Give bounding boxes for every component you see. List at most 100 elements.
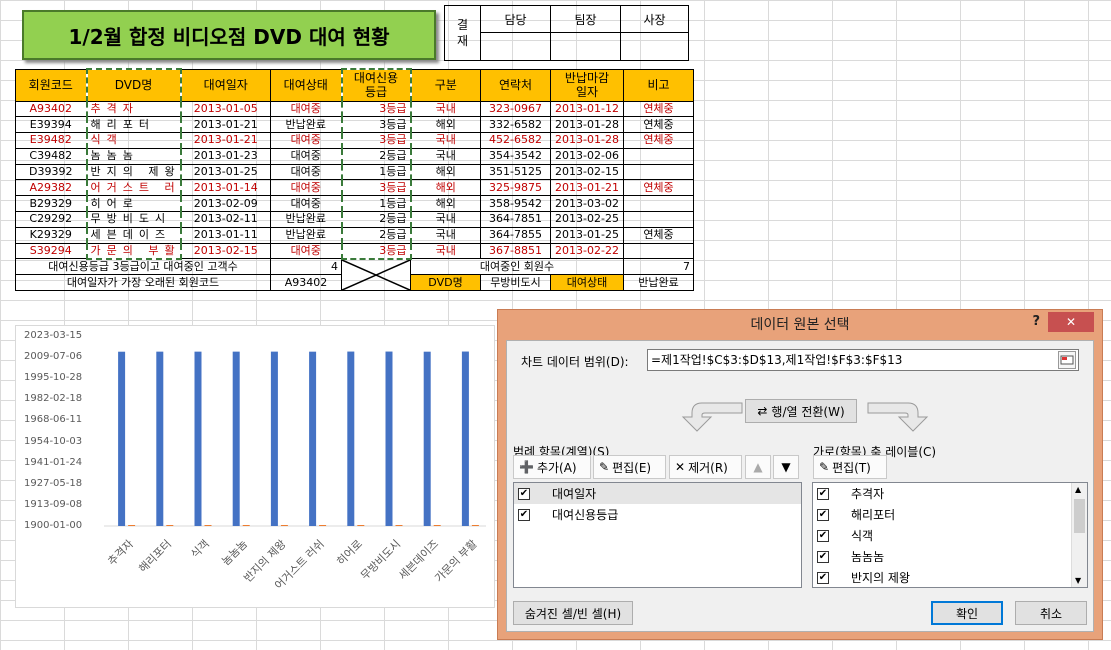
cell-grade[interactable]: 1등급 bbox=[340, 195, 412, 213]
cell-grade[interactable]: 2등급 bbox=[340, 226, 412, 244]
cell-note[interactable]: 연체중 bbox=[623, 100, 694, 118]
summary1-value[interactable]: 4 bbox=[270, 258, 342, 276]
header-cell[interactable]: 대여상태 bbox=[270, 68, 342, 102]
cell-kind[interactable]: 해외 bbox=[410, 116, 481, 134]
cell-note[interactable] bbox=[623, 163, 694, 181]
cell-note[interactable]: 연체중 bbox=[623, 226, 694, 244]
checkbox[interactable]: ✔ bbox=[817, 529, 829, 542]
cell-phone[interactable]: 351-5125 bbox=[480, 163, 551, 181]
cancel-button[interactable]: 취소 bbox=[1015, 601, 1087, 625]
cell-phone[interactable]: 367-8851 bbox=[480, 242, 551, 260]
approval-sign-2[interactable] bbox=[550, 32, 621, 61]
approval-header-2[interactable]: 팀장 bbox=[550, 5, 621, 33]
cell-kind[interactable]: 국내 bbox=[410, 147, 481, 165]
cell-status[interactable]: 대여중 bbox=[270, 179, 342, 197]
cell-phone[interactable]: 325-9875 bbox=[480, 179, 551, 197]
cell-kind[interactable]: 국내 bbox=[410, 226, 481, 244]
cell-note[interactable]: 연체중 bbox=[623, 179, 694, 197]
header-cell[interactable]: 연락처 bbox=[480, 68, 551, 102]
cell-code[interactable]: S39294 bbox=[15, 242, 87, 260]
bar-credit-grade[interactable] bbox=[280, 525, 288, 526]
cell-status[interactable]: 대여중 bbox=[270, 195, 342, 213]
cell-status[interactable]: 대여중 bbox=[270, 100, 342, 118]
bar-rental-date[interactable] bbox=[347, 351, 355, 526]
switch-row-column-button[interactable]: ⇄ 행/열 전환(W) bbox=[745, 399, 857, 423]
lookup-status-label[interactable]: 대여상태 bbox=[550, 274, 624, 292]
bar-credit-grade[interactable] bbox=[433, 525, 441, 526]
bar-rental-date[interactable] bbox=[156, 351, 164, 526]
scroll-up-icon[interactable]: ▲ bbox=[1075, 485, 1081, 494]
header-cell[interactable]: 반납마감일자 bbox=[550, 68, 624, 102]
header-cell[interactable]: DVD명 bbox=[85, 68, 182, 102]
scrollbar[interactable]: ▲ ▼ bbox=[1071, 483, 1087, 587]
bar-credit-grade[interactable] bbox=[242, 525, 250, 526]
help-button[interactable]: ? bbox=[1032, 314, 1040, 329]
cell-kind[interactable]: 해외 bbox=[410, 163, 481, 181]
cell-status[interactable]: 대여중 bbox=[270, 132, 342, 149]
cell-dvd[interactable]: 가문의 부활 bbox=[85, 242, 182, 260]
lookup-status-value[interactable]: 반납완료 bbox=[623, 274, 694, 292]
move-up-button[interactable]: ▲ bbox=[745, 455, 771, 479]
cell-grade[interactable]: 3등급 bbox=[340, 242, 412, 260]
cell-date[interactable]: 2013-01-14 bbox=[180, 179, 271, 197]
cell-status[interactable]: 반납완료 bbox=[270, 116, 342, 134]
series-item[interactable]: ✔ 대여신용등급 bbox=[514, 504, 801, 525]
cell-date[interactable]: 2013-01-25 bbox=[180, 163, 271, 181]
approval-sign-1[interactable] bbox=[480, 32, 551, 61]
cell-date[interactable]: 2013-01-23 bbox=[180, 147, 271, 165]
cell-date[interactable]: 2013-01-21 bbox=[180, 116, 271, 134]
bar-credit-grade[interactable] bbox=[128, 525, 136, 526]
bar-rental-date[interactable] bbox=[270, 351, 278, 526]
add-series-button[interactable]: ➕ 추가(A) bbox=[513, 455, 591, 479]
cell-grade[interactable]: 1등급 bbox=[340, 163, 412, 181]
diagonal-cell[interactable] bbox=[341, 258, 411, 292]
cell-due[interactable]: 2013-02-22 bbox=[550, 242, 624, 260]
cell-status[interactable]: 반납완료 bbox=[270, 226, 342, 244]
cell-phone[interactable]: 358-9542 bbox=[480, 195, 551, 213]
cell-due[interactable]: 2013-01-21 bbox=[550, 179, 624, 197]
cell-kind[interactable]: 해외 bbox=[410, 195, 481, 213]
cell-phone[interactable]: 452-6582 bbox=[480, 132, 551, 149]
axis-item[interactable]: ✔ 놈놈놈 bbox=[813, 546, 1087, 567]
header-cell[interactable]: 구분 bbox=[410, 68, 481, 102]
cell-code[interactable]: A93402 bbox=[15, 100, 87, 118]
cell-note[interactable]: 연체중 bbox=[623, 132, 694, 149]
cell-date[interactable]: 2013-01-05 bbox=[180, 100, 271, 118]
scroll-down-icon[interactable]: ▼ bbox=[1075, 576, 1081, 585]
cell-date[interactable]: 2013-01-21 bbox=[180, 132, 271, 149]
bar-credit-grade[interactable] bbox=[204, 525, 212, 526]
summary3-value[interactable]: 7 bbox=[623, 258, 694, 276]
header-cell[interactable]: 대여일자 bbox=[180, 68, 271, 102]
axis-item[interactable]: ✔ 해리포터 bbox=[813, 504, 1087, 525]
summary3-label[interactable]: 대여중인 회원수 bbox=[410, 258, 624, 276]
bar-rental-date[interactable] bbox=[385, 351, 393, 526]
cell-dvd[interactable]: 해리포터 bbox=[85, 116, 182, 134]
axis-listbox[interactable]: ✔ 추격자 ✔ 해리포터 ✔ 식객 ✔ 놈놈놈 ✔ 반지의 제왕 ▲ ▼ bbox=[812, 482, 1088, 588]
cell-phone[interactable]: 323-0967 bbox=[480, 100, 551, 118]
checkbox[interactable]: ✔ bbox=[817, 550, 829, 563]
cell-date[interactable]: 2013-02-11 bbox=[180, 211, 271, 228]
checkbox[interactable]: ✔ bbox=[817, 487, 829, 500]
cell-due[interactable]: 2013-02-25 bbox=[550, 211, 624, 228]
cell-note[interactable]: 연체중 bbox=[623, 116, 694, 134]
cell-grade[interactable]: 3등급 bbox=[340, 100, 412, 118]
cell-code[interactable]: C29292 bbox=[15, 211, 87, 228]
cell-dvd[interactable]: 무방비도시 bbox=[85, 211, 182, 228]
cell-phone[interactable]: 364-7855 bbox=[480, 226, 551, 244]
lookup-dvd-label[interactable]: DVD명 bbox=[410, 274, 481, 292]
header-cell[interactable]: 대여신용등급 bbox=[340, 68, 412, 102]
cell-date[interactable]: 2013-02-09 bbox=[180, 195, 271, 213]
bar-rental-date[interactable] bbox=[309, 351, 317, 526]
approval-sign-3[interactable] bbox=[620, 32, 689, 61]
range-input[interactable]: =제1작업!$C$3:$D$13,제1작업!$F$3:$F$13 bbox=[647, 349, 1079, 371]
bar-credit-grade[interactable] bbox=[395, 525, 403, 526]
bar-credit-grade[interactable] bbox=[166, 525, 174, 526]
cell-dvd[interactable]: 식객 bbox=[85, 132, 182, 149]
cell-dvd[interactable]: 세븐데이즈 bbox=[85, 226, 182, 244]
summary1-label[interactable]: 대여신용등급 3등급이고 대여중인 고객수 bbox=[15, 258, 271, 276]
cell-kind[interactable]: 국내 bbox=[410, 211, 481, 228]
cell-note[interactable] bbox=[623, 147, 694, 165]
header-cell[interactable]: 회원코드 bbox=[15, 68, 87, 102]
close-button[interactable]: ✕ bbox=[1048, 312, 1094, 332]
cell-kind[interactable]: 국내 bbox=[410, 132, 481, 149]
